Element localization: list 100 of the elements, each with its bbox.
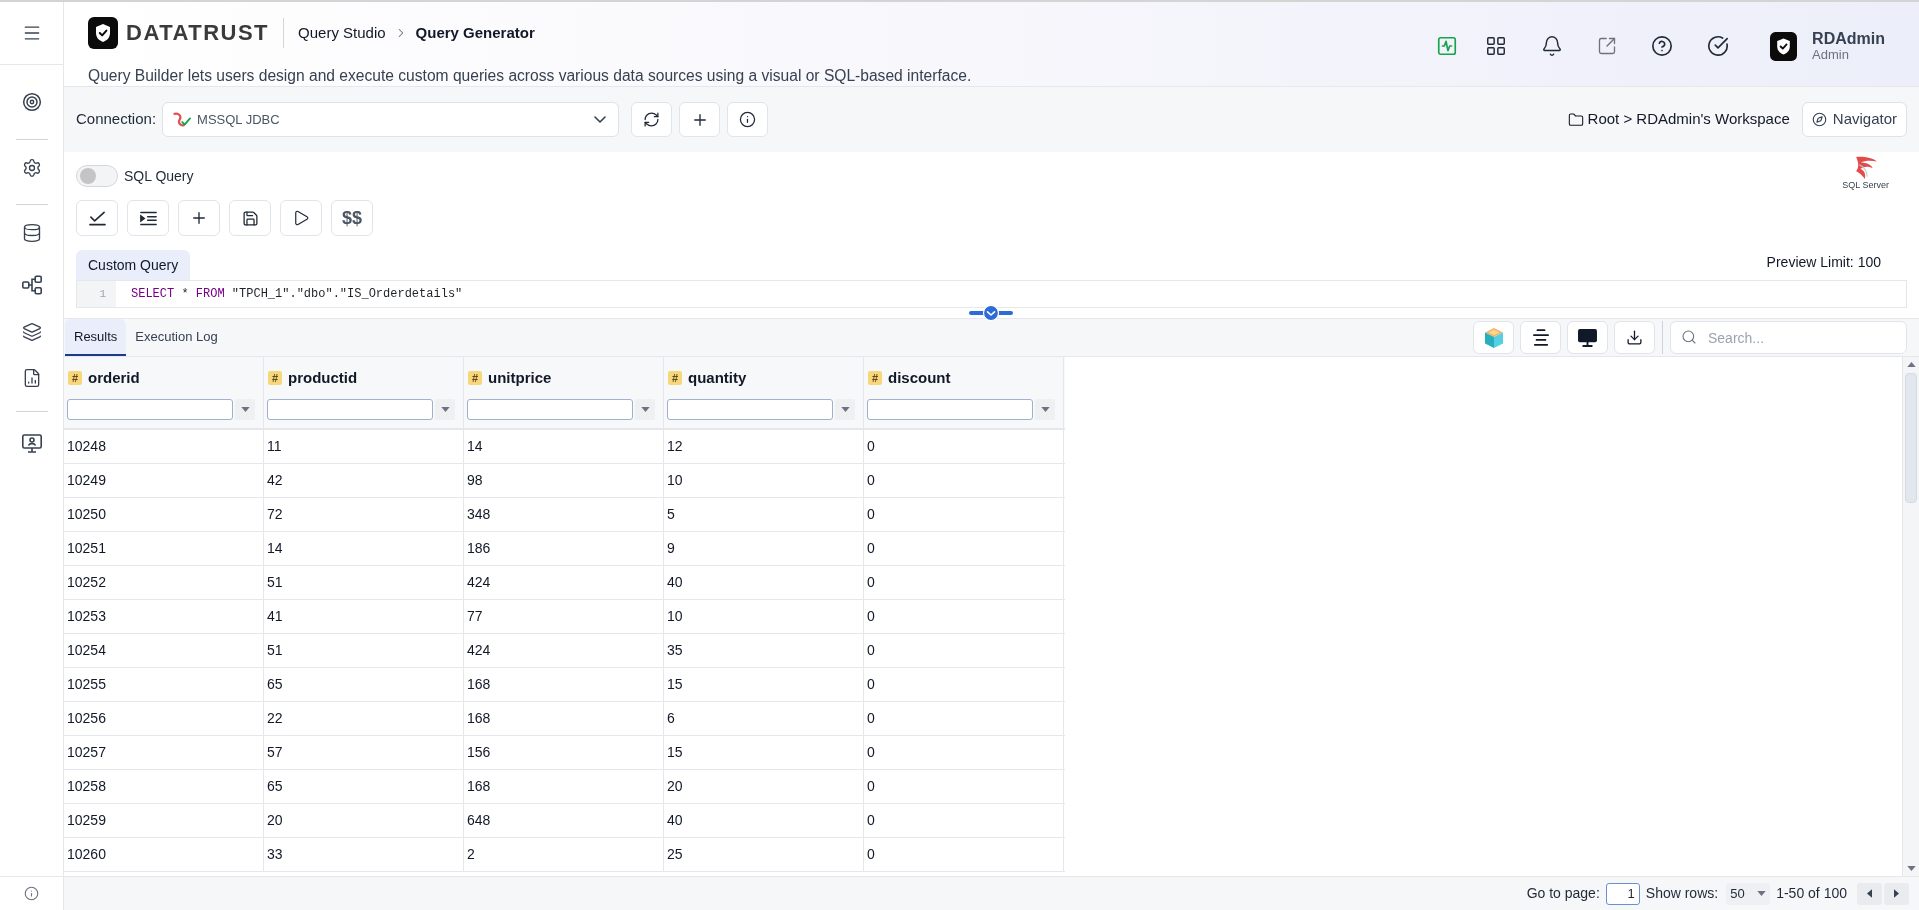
- run-button[interactable]: [280, 200, 322, 236]
- table-value: 10258: [67, 777, 106, 796]
- table-value: 14: [267, 539, 283, 558]
- workspace-path[interactable]: Root > RDAdmin's Workspace: [1587, 108, 1790, 131]
- add-button[interactable]: [178, 200, 220, 236]
- filter-dropdown-button[interactable]: [435, 399, 455, 420]
- scroll-up-arrow-icon[interactable]: [1906, 362, 1916, 367]
- table-value: 57: [267, 743, 283, 762]
- toggle-label: SQL Query: [124, 166, 194, 186]
- table-value: 22: [267, 709, 283, 728]
- external-link-icon[interactable]: [1597, 36, 1618, 56]
- table-value: 156: [467, 743, 491, 762]
- table-value: 10253: [67, 607, 106, 626]
- variables-button[interactable]: $$: [331, 200, 373, 236]
- target-icon[interactable]: [21, 92, 42, 112]
- table-value: 77: [467, 607, 483, 626]
- save-button[interactable]: [229, 200, 271, 236]
- filter-field[interactable]: [267, 399, 433, 420]
- refresh-button[interactable]: [631, 102, 673, 137]
- table-value: 424: [467, 641, 491, 660]
- filter-field[interactable]: [467, 399, 633, 420]
- info-button[interactable]: [727, 102, 769, 137]
- connection-select[interactable]: MSSQL JDBC: [162, 102, 620, 137]
- folder-icon: [1567, 111, 1584, 128]
- bell-icon[interactable]: [1541, 35, 1564, 57]
- next-page-button[interactable]: [1884, 882, 1909, 905]
- display-button[interactable]: [1567, 321, 1608, 354]
- breadcrumb-link[interactable]: Query Generator: [415, 21, 535, 45]
- table-value: 10250: [67, 505, 106, 524]
- caret-down-icon: [440, 407, 450, 412]
- number-type-badge: #: [468, 371, 482, 385]
- layers-icon[interactable]: [21, 322, 42, 342]
- align-center-icon: [1532, 329, 1549, 346]
- column-name[interactable]: quantity: [688, 366, 747, 390]
- search-field[interactable]: Search...: [1670, 321, 1907, 354]
- code-line: SELECT * FROM "TPCH_1"."dbo"."IS_Orderdetails": [131, 286, 463, 303]
- navigator-button[interactable]: Navigator: [1801, 102, 1907, 137]
- results-tab[interactable]: Execution Log: [126, 319, 227, 356]
- table-value: 51: [267, 641, 283, 660]
- filter-dropdown-button[interactable]: [235, 399, 255, 420]
- validate-button[interactable]: [76, 200, 118, 236]
- save-icon: [241, 209, 259, 227]
- caret-down-icon: [840, 407, 850, 412]
- rows-per-page-select[interactable]: 50: [1726, 882, 1771, 905]
- table-value: 5: [667, 505, 675, 524]
- previous-page-button[interactable]: [1857, 882, 1882, 905]
- table-value: 35: [667, 641, 683, 660]
- connected-nodes-icon[interactable]: [21, 275, 42, 295]
- filter-field[interactable]: [667, 399, 833, 420]
- table-value: 648: [467, 811, 491, 830]
- scrollbar-thumb[interactable]: [1905, 373, 1917, 503]
- preview-limit: Preview Limit: 100: [1766, 253, 1881, 272]
- line-number: 1: [99, 286, 106, 302]
- search-icon: [1681, 329, 1697, 345]
- table-value: 0: [867, 811, 875, 830]
- caret-down-icon: [1757, 891, 1767, 896]
- table-value: 10256: [67, 709, 106, 728]
- scrollbar[interactable]: [1902, 357, 1919, 876]
- info-icon[interactable]: [24, 886, 39, 901]
- connection-label: Connection:: [76, 109, 157, 130]
- grid-icon[interactable]: [1485, 35, 1508, 57]
- filter-field[interactable]: [67, 399, 233, 420]
- add-connection-button[interactable]: [679, 102, 721, 137]
- table-value: 40: [667, 811, 683, 830]
- database-icon[interactable]: [21, 223, 42, 243]
- table-value: 168: [467, 777, 491, 796]
- filter-dropdown-button[interactable]: [835, 399, 855, 420]
- indent-icon: [139, 210, 157, 226]
- cube-button[interactable]: [1473, 321, 1514, 354]
- table-value: 186: [467, 539, 491, 558]
- column-name[interactable]: orderid: [88, 366, 140, 390]
- check-circle-icon[interactable]: [1707, 35, 1730, 57]
- activity-icon[interactable]: [1436, 35, 1459, 57]
- caret-down-icon: [640, 407, 650, 412]
- settings-icon[interactable]: [21, 158, 42, 178]
- table-value: 0: [867, 573, 875, 592]
- table-value: 0: [867, 471, 875, 490]
- user-role: Admin: [1812, 48, 1850, 62]
- column-name[interactable]: discount: [888, 366, 951, 390]
- play-icon: [292, 209, 310, 227]
- download-button[interactable]: [1614, 321, 1655, 354]
- breadcrumb-link[interactable]: Query Studio: [298, 21, 386, 45]
- results-tab[interactable]: Results: [65, 319, 127, 356]
- table-value: 10251: [67, 539, 106, 558]
- help-icon[interactable]: [1651, 35, 1674, 57]
- logo-icon: [88, 17, 118, 49]
- table-value: 10: [667, 471, 683, 490]
- filter-dropdown-button[interactable]: [1035, 399, 1055, 420]
- column-name[interactable]: unitprice: [488, 366, 552, 390]
- table-value: 98: [467, 471, 483, 490]
- column-name[interactable]: productid: [288, 366, 358, 390]
- table-value: 424: [467, 573, 491, 592]
- filter-field[interactable]: [867, 399, 1033, 420]
- query-tab[interactable]: Custom Query: [76, 250, 191, 280]
- align-button[interactable]: [1520, 321, 1561, 354]
- monitor-user-icon[interactable]: [21, 433, 42, 453]
- page-field[interactable]: 1: [1605, 882, 1640, 905]
- sql-query-toggle[interactable]: [76, 165, 118, 187]
- filter-dropdown-button[interactable]: [635, 399, 655, 420]
- format-button[interactable]: [127, 200, 169, 236]
